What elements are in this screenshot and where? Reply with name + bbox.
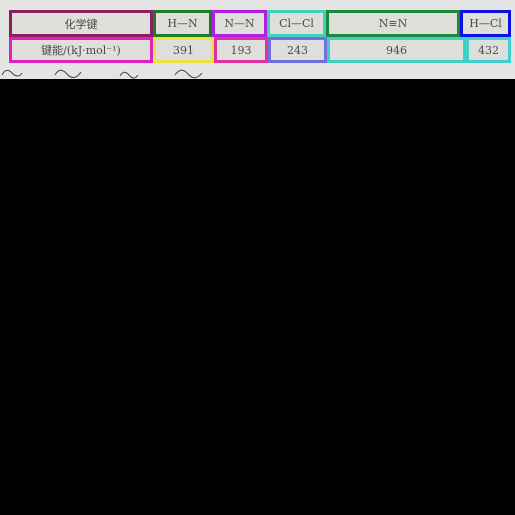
header-row-label-cell: 化学键 <box>9 10 153 37</box>
energy-cell-n-triple-n: 946 <box>327 37 466 63</box>
header-row-label: 化学键 <box>64 17 98 31</box>
photographed-table-region: 化学键 H—N N—N Cl—Cl N≡N H—Cl 键能/(kJ·mol⁻¹)… <box>0 0 515 79</box>
bond-cell-h-n: H—N <box>153 10 212 37</box>
value-row-label-cell: 键能/(kJ·mol⁻¹) <box>9 37 153 63</box>
energy-value: 432 <box>478 43 499 57</box>
handwritten-notes-fragment <box>0 63 515 79</box>
bond-label: Cl—Cl <box>279 17 314 30</box>
bond-cell-cl-cl: Cl—Cl <box>267 10 326 37</box>
energy-cell-cl-cl: 243 <box>268 37 327 63</box>
bond-label: H—Cl <box>469 17 502 30</box>
bond-label: N≡N <box>378 17 408 30</box>
energy-cell-h-n: 391 <box>153 37 214 63</box>
energy-value: 946 <box>386 43 407 57</box>
bond-cell-h-cl: H—Cl <box>460 10 511 37</box>
value-row-label: 键能/(kJ·mol⁻¹) <box>41 44 121 57</box>
bond-label: N—N <box>224 17 255 30</box>
bond-cell-n-triple-n: N≡N <box>326 10 460 37</box>
energy-value: 243 <box>287 43 308 57</box>
energy-value: 193 <box>230 43 252 57</box>
bond-label: H—N <box>167 17 198 30</box>
bond-cell-n-n: N—N <box>212 10 267 37</box>
handwriting-strokes <box>1 69 203 79</box>
energy-cell-n-n: 193 <box>214 37 268 63</box>
energy-value: 391 <box>173 43 194 57</box>
energy-cell-h-cl: 432 <box>466 37 511 63</box>
